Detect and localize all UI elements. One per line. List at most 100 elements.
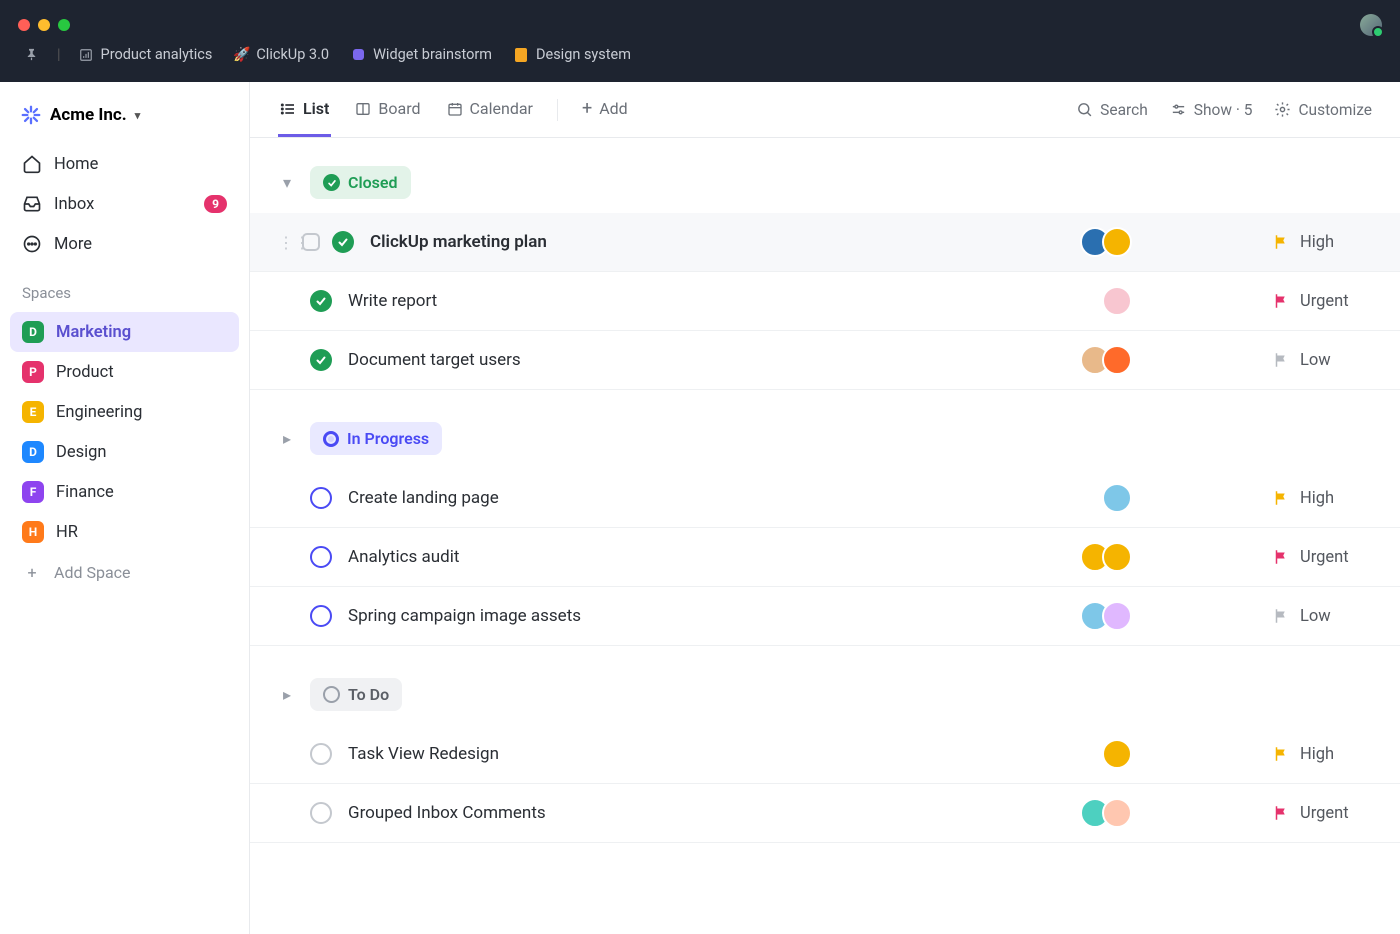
priority[interactable]: High xyxy=(1272,233,1372,252)
tab-item[interactable]: Widget brainstorm xyxy=(351,46,492,63)
assignees[interactable] xyxy=(1080,798,1132,828)
status-label: In Progress xyxy=(347,429,429,448)
flag-icon xyxy=(1272,745,1290,763)
task-status-icon[interactable] xyxy=(310,487,332,509)
task-status-icon[interactable] xyxy=(332,231,354,253)
task-status-icon[interactable] xyxy=(310,349,332,371)
search-button[interactable]: Search xyxy=(1076,101,1148,119)
status-chip[interactable]: In Progress xyxy=(310,422,442,455)
space-item[interactable]: PProduct xyxy=(10,352,239,392)
task-status-icon[interactable] xyxy=(310,546,332,568)
add-space-button[interactable]: + Add Space xyxy=(10,552,239,592)
priority[interactable]: Low xyxy=(1272,351,1372,370)
space-item[interactable]: FFinance xyxy=(10,472,239,512)
customize-button[interactable]: Customize xyxy=(1274,101,1372,119)
view-tab-board-label: Board xyxy=(378,99,420,118)
window-minimize[interactable] xyxy=(38,19,50,31)
assignees[interactable] xyxy=(1102,739,1132,769)
tab-item[interactable]: Product analytics xyxy=(79,46,213,63)
space-label: Engineering xyxy=(56,403,142,422)
drag-handle-icon[interactable]: ⋮⋮ xyxy=(278,233,292,252)
priority[interactable]: Urgent xyxy=(1272,548,1372,567)
task-row[interactable]: Document target usersLow xyxy=(250,331,1400,390)
priority[interactable]: Urgent xyxy=(1272,804,1372,823)
task-checkbox[interactable] xyxy=(302,233,320,251)
nav-home[interactable]: Home xyxy=(10,144,239,184)
collapse-caret-icon[interactable]: ▸ xyxy=(278,686,296,704)
priority[interactable]: High xyxy=(1272,489,1372,508)
space-item[interactable]: EEngineering xyxy=(10,392,239,432)
task-row[interactable]: Write reportUrgent xyxy=(250,272,1400,331)
avatar[interactable] xyxy=(1102,345,1132,375)
assignees[interactable] xyxy=(1102,483,1132,513)
avatar[interactable] xyxy=(1102,601,1132,631)
workspace-selector[interactable]: Acme Inc. ▾ xyxy=(10,96,239,144)
task-row[interactable]: Grouped Inbox CommentsUrgent xyxy=(250,784,1400,843)
assignees[interactable] xyxy=(1080,345,1132,375)
nav-more[interactable]: More xyxy=(10,224,239,264)
assignees[interactable] xyxy=(1102,286,1132,316)
add-space-label: Add Space xyxy=(54,563,131,582)
avatar[interactable] xyxy=(1102,798,1132,828)
view-tab-board[interactable]: Board xyxy=(353,83,422,137)
task-row[interactable]: Analytics auditUrgent xyxy=(250,528,1400,587)
task-status-icon[interactable] xyxy=(310,290,332,312)
space-item[interactable]: HHR xyxy=(10,512,239,552)
space-badge: D xyxy=(22,441,44,463)
clickup-logo-icon xyxy=(20,104,42,126)
avatar[interactable] xyxy=(1102,227,1132,257)
flag-icon xyxy=(1272,489,1290,507)
priority-label: Low xyxy=(1300,351,1331,370)
priority[interactable]: Low xyxy=(1272,607,1372,626)
assignees[interactable] xyxy=(1080,601,1132,631)
avatar[interactable] xyxy=(1102,286,1132,316)
main: List Board Calendar + Add xyxy=(250,82,1400,934)
collapse-caret-icon[interactable]: ▾ xyxy=(278,174,296,192)
window-maximize[interactable] xyxy=(58,19,70,31)
task-title: Create landing page xyxy=(348,488,1102,508)
assignees[interactable] xyxy=(1080,227,1132,257)
task-row[interactable]: Create landing page High xyxy=(250,469,1400,528)
task-list: ▾ Closed ⋮⋮ClickUp marketing planHighWrite… xyxy=(250,138,1400,934)
view-tab-calendar[interactable]: Calendar xyxy=(445,83,535,137)
user-avatar[interactable] xyxy=(1360,14,1382,36)
task-status-icon[interactable] xyxy=(310,802,332,824)
flag-icon xyxy=(1272,292,1290,310)
pin-icon[interactable] xyxy=(24,47,39,62)
space-label: Finance xyxy=(56,483,114,502)
task-status-icon[interactable] xyxy=(310,743,332,765)
task-row[interactable]: Task View Redesign High xyxy=(250,725,1400,784)
collapse-caret-icon[interactable]: ▸ xyxy=(278,430,296,448)
task-row[interactable]: Spring campaign image assetsLow xyxy=(250,587,1400,646)
avatar[interactable] xyxy=(1102,483,1132,513)
show-button[interactable]: Show · 5 xyxy=(1170,101,1253,119)
avatar[interactable] xyxy=(1102,739,1132,769)
group-header[interactable]: ▸ To Do xyxy=(250,672,1400,725)
group-header[interactable]: ▾ Closed xyxy=(250,160,1400,213)
avatar[interactable] xyxy=(1102,542,1132,572)
priority[interactable]: High xyxy=(1272,745,1372,764)
task-group: ▾ Closed ⋮⋮ClickUp marketing planHighWrite… xyxy=(250,160,1400,390)
window-close[interactable] xyxy=(18,19,30,31)
nav-home-label: Home xyxy=(54,155,98,174)
status-label: To Do xyxy=(348,685,389,704)
add-view-button[interactable]: + Add xyxy=(580,82,630,138)
view-tab-list[interactable]: List xyxy=(278,83,331,137)
space-label: Design xyxy=(56,443,106,462)
chart-icon xyxy=(79,47,94,62)
assignees[interactable] xyxy=(1080,542,1132,572)
customize-label: Customize xyxy=(1298,101,1372,119)
space-item[interactable]: D Design xyxy=(10,432,239,472)
space-item[interactable]: DMarketing xyxy=(10,312,239,352)
status-chip[interactable]: To Do xyxy=(310,678,402,711)
calendar-icon xyxy=(447,101,463,117)
task-status-icon[interactable] xyxy=(310,605,332,627)
task-row[interactable]: ⋮⋮ClickUp marketing planHigh xyxy=(250,213,1400,272)
status-chip[interactable]: Closed xyxy=(310,166,411,199)
nav-inbox[interactable]: Inbox 9 xyxy=(10,184,239,224)
tab-item[interactable]: Design system xyxy=(514,46,631,63)
task-title: Task View Redesign xyxy=(348,744,1102,764)
group-header[interactable]: ▸ In Progress xyxy=(250,416,1400,469)
tab-item[interactable]: 🚀ClickUp 3.0 xyxy=(234,46,329,63)
priority[interactable]: Urgent xyxy=(1272,292,1372,311)
